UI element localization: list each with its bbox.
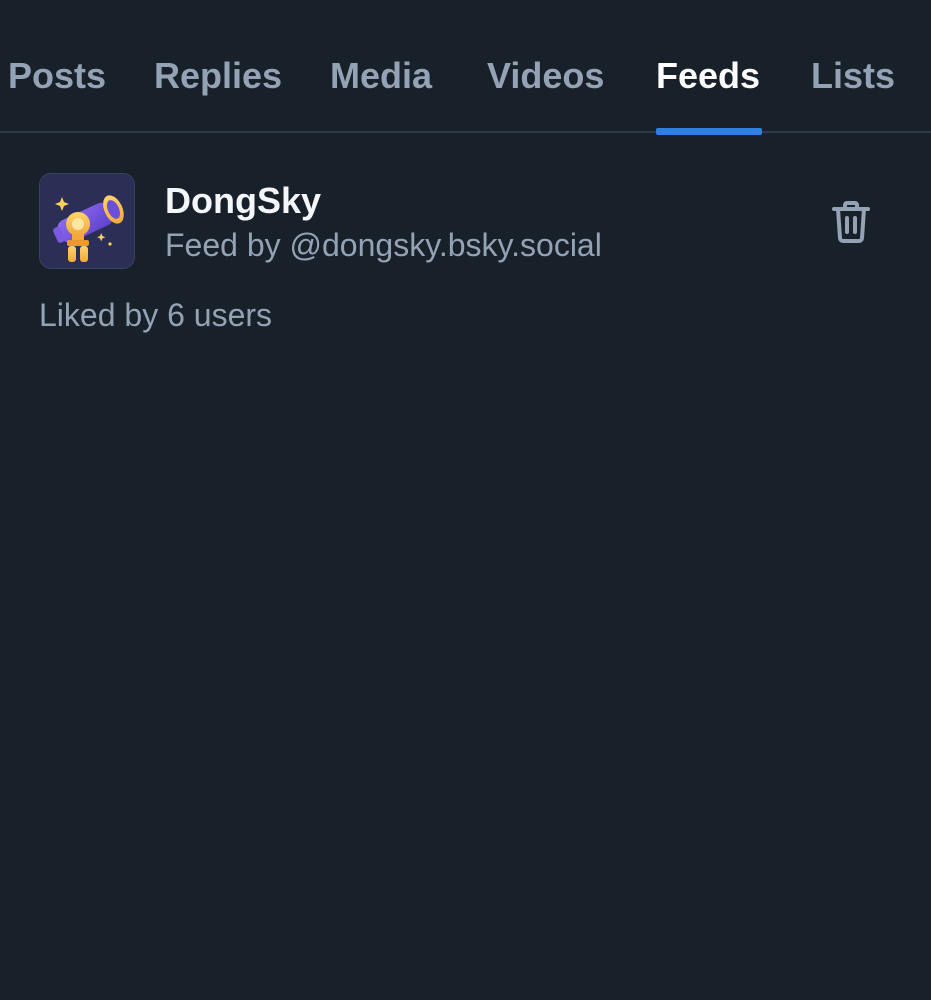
remove-feed-button[interactable] bbox=[826, 197, 876, 247]
profile-feeds-page: Posts Replies Media Videos Feeds Lists D… bbox=[0, 0, 931, 1000]
trash-icon bbox=[832, 201, 870, 243]
profile-tab-bar: Posts Replies Media Videos Feeds Lists bbox=[0, 0, 931, 135]
tab-feeds-label: Feeds bbox=[656, 55, 761, 96]
tab-media-label: Media bbox=[330, 55, 433, 96]
tab-replies-label: Replies bbox=[154, 55, 283, 96]
tab-videos[interactable]: Videos bbox=[487, 52, 604, 133]
feed-like-count[interactable]: Liked by 6 users bbox=[39, 295, 272, 335]
tab-posts-label: Posts bbox=[8, 55, 107, 96]
tab-feeds[interactable]: Feeds bbox=[656, 52, 762, 135]
feed-avatar bbox=[39, 173, 135, 269]
tab-active-indicator bbox=[656, 128, 762, 135]
feed-card[interactable]: DongSky Feed by @dongsky.bsky.social Lik… bbox=[0, 135, 931, 355]
feed-title: DongSky bbox=[165, 180, 322, 221]
tab-posts[interactable]: Posts bbox=[8, 52, 106, 133]
tab-lists[interactable]: Lists bbox=[811, 52, 895, 133]
tab-videos-label: Videos bbox=[487, 55, 605, 96]
telescope-icon bbox=[40, 174, 134, 268]
tab-media[interactable]: Media bbox=[330, 52, 432, 133]
feed-creator[interactable]: Feed by @dongsky.bsky.social bbox=[165, 225, 602, 265]
tab-lists-label: Lists bbox=[811, 55, 896, 96]
tab-replies[interactable]: Replies bbox=[154, 52, 282, 133]
